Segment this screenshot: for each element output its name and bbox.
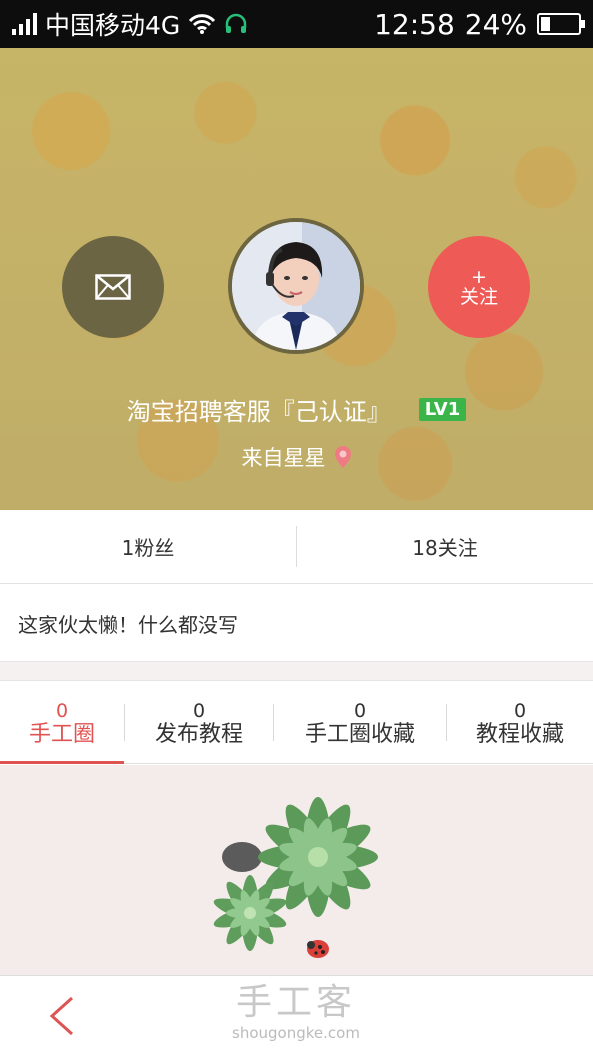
user-name: 淘宝招聘客服『己认证』 <box>126 398 391 426</box>
tab-handcraft-favorites[interactable]: 0 手工圈收藏 <box>274 682 446 763</box>
avatar[interactable] <box>228 218 364 354</box>
signal-icon <box>12 13 37 35</box>
battery-percent: 24% <box>464 7 527 41</box>
battery-icon <box>537 13 585 35</box>
bio: 这家伙太懒！什么都没写 <box>0 585 593 661</box>
watermark: 手工客 shougongke.com <box>226 982 366 1042</box>
stats-bar: 1粉丝 18关注 <box>0 510 593 584</box>
wifi-icon <box>189 14 216 34</box>
succulent-illustration <box>213 797 378 958</box>
location-text: 来自星星 <box>241 446 326 470</box>
avatar-image <box>232 222 360 350</box>
battery-fill <box>541 17 550 31</box>
clock: 12:58 <box>374 7 455 41</box>
follow-button[interactable]: + 关注 <box>428 236 530 338</box>
status-left: 中国移动4G <box>12 6 248 42</box>
empty-state <box>0 765 593 975</box>
tab-label: 发布教程 <box>154 721 243 747</box>
tab-label: 手工圈 <box>28 721 95 747</box>
plus-icon: + <box>471 266 487 288</box>
content-tabs: 0 手工圈 0 发布教程 0 手工圈收藏 0 教程收藏 <box>0 682 593 764</box>
tab-count: 0 <box>513 699 527 722</box>
headset-icon <box>226 13 247 33</box>
location-row: 来自星星 <box>0 442 593 472</box>
envelope-icon <box>95 274 131 300</box>
status-right: 12:58 24% <box>374 7 585 41</box>
chevron-left-icon <box>49 996 74 1036</box>
level-badge: LV1 <box>418 398 467 421</box>
bio-text: 这家伙太懒！什么都没写 <box>18 612 238 637</box>
tab-tutorial-favorites[interactable]: 0 教程收藏 <box>447 682 593 763</box>
watermark-logo: 手工客 <box>235 982 356 1023</box>
carrier-label: 中国移动4G <box>45 11 181 40</box>
fans-count[interactable]: 1粉丝 <box>0 510 296 583</box>
section-gap <box>0 661 593 681</box>
back-button[interactable] <box>40 994 84 1038</box>
tab-handcraft-circle[interactable]: 0 手工圈 <box>0 682 124 764</box>
location-pin-icon <box>334 446 351 468</box>
tab-count: 0 <box>192 699 206 722</box>
tab-label: 手工圈收藏 <box>304 721 415 747</box>
bottom-bar: 手工客 shougongke.com <box>0 975 593 1055</box>
tab-published-tutorials[interactable]: 0 发布教程 <box>125 682 273 763</box>
user-name-row: 淘宝招聘客服『己认证』 LV1 <box>0 392 593 427</box>
message-button[interactable] <box>62 236 164 338</box>
following-count[interactable]: 18关注 <box>297 510 593 583</box>
tab-count: 0 <box>55 699 69 722</box>
tab-count: 0 <box>353 699 367 722</box>
status-bar: 中国移动4G 12:58 24% <box>0 0 593 48</box>
tab-label: 教程收藏 <box>475 721 564 747</box>
watermark-url: shougongke.com <box>232 1024 360 1042</box>
follow-label: 关注 <box>459 286 498 308</box>
profile-header: + 关注 淘宝招聘客服『己认证』 LV1 来自星星 <box>0 48 593 510</box>
